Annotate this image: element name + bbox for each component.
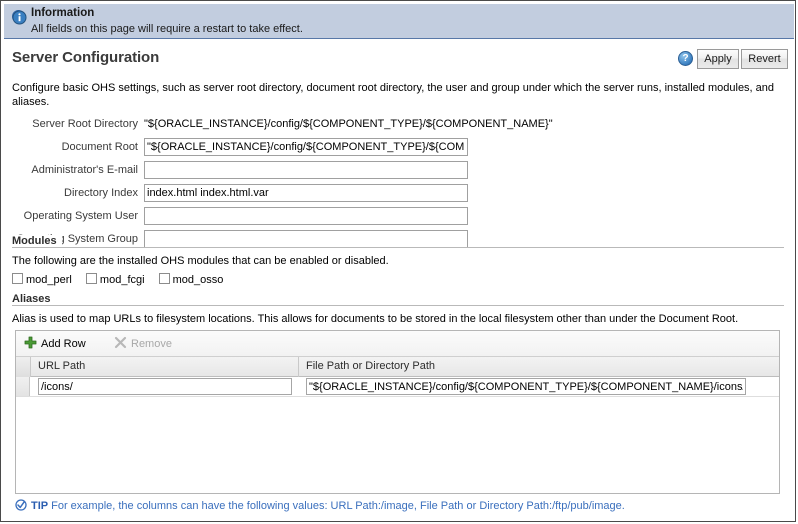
- modules-heading: Modules: [12, 235, 784, 250]
- operating-system-user-input[interactable]: [144, 207, 468, 225]
- information-message: All fields on this page will require a r…: [31, 23, 303, 35]
- checkbox-mod-fcgi[interactable]: [85, 273, 97, 284]
- aliases-table-toolbar: Add Row Remove: [16, 331, 779, 357]
- column-divider: [298, 357, 299, 377]
- checkbox-item-mod-fcgi[interactable]: mod_fcgi: [85, 273, 145, 286]
- plus-icon: [24, 336, 37, 349]
- help-question-icon[interactable]: ?: [678, 51, 693, 66]
- label-administrator-email: Administrator's E-mail: [31, 164, 138, 176]
- page-header: Server Configuration ? Apply Revert: [1, 47, 797, 75]
- page-title: Server Configuration: [12, 49, 160, 66]
- information-title: Information: [31, 7, 95, 19]
- aliases-heading: Aliases: [12, 293, 784, 308]
- add-row-label: Add Row: [41, 338, 86, 350]
- modules-checkbox-group: mod_perl mod_fcgi mod_osso: [12, 273, 784, 286]
- label-document-root: Document Root: [61, 141, 138, 153]
- checkbox-item-mod-osso[interactable]: mod_osso: [158, 273, 224, 286]
- row-select-header: [16, 357, 31, 377]
- label-directory-index: Directory Index: [64, 187, 138, 199]
- field-row-directory-index: Directory Index: [1, 184, 797, 202]
- checkbox-mod-perl[interactable]: [12, 273, 23, 284]
- modules-section: Modules The following are the installed …: [12, 235, 784, 286]
- label-server-root-directory: Server Root Directory: [32, 118, 138, 130]
- apply-button[interactable]: Apply: [697, 49, 739, 69]
- row-selector[interactable]: [16, 377, 30, 396]
- tip-check-icon: [15, 499, 27, 511]
- information-banner: Information All fields on this page will…: [4, 4, 794, 39]
- remove-button: Remove: [114, 335, 172, 353]
- modules-heading-label: Modules: [12, 235, 62, 247]
- server-configuration-page: Information All fields on this page will…: [0, 0, 796, 522]
- checkbox-label-mod-fcgi: mod_fcgi: [99, 274, 145, 286]
- aliases-rule: [12, 305, 784, 306]
- value-server-root-directory: "${ORACLE_INSTANCE}/config/${COMPONENT_T…: [144, 118, 553, 130]
- modules-description: The following are the installed OHS modu…: [12, 255, 389, 267]
- info-circle-icon: [12, 10, 27, 25]
- aliases-description: Alias is used to map URLs to filesystem …: [12, 313, 739, 325]
- table-row[interactable]: [16, 377, 779, 397]
- tip-bar: TIP For example, the columns can have the…: [15, 499, 625, 512]
- add-row-button[interactable]: Add Row: [24, 335, 86, 353]
- field-row-administrator-email: Administrator's E-mail: [1, 161, 797, 179]
- aliases-section: Aliases Alias is used to map URLs to fil…: [12, 293, 784, 325]
- table-empty-area: [16, 397, 779, 493]
- field-row-operating-system-user: Operating System User: [1, 207, 797, 225]
- checkbox-label-mod-perl: mod_perl: [26, 274, 72, 286]
- modules-rule: [12, 247, 784, 248]
- label-operating-system-user: Operating System User: [23, 210, 138, 222]
- aliases-table-header: URL Path File Path or Directory Path: [16, 357, 779, 377]
- x-remove-icon: [114, 336, 127, 349]
- column-header-file-path[interactable]: File Path or Directory Path: [306, 357, 435, 377]
- column-header-url-path[interactable]: URL Path: [38, 357, 85, 377]
- row-url-path-input[interactable]: [38, 378, 292, 395]
- checkbox-label-mod-osso: mod_osso: [172, 274, 224, 286]
- revert-button[interactable]: Revert: [741, 49, 788, 69]
- document-root-input[interactable]: [144, 138, 468, 156]
- field-row-document-root: Document Root: [1, 138, 797, 156]
- aliases-table: Add Row Remove URL Path File Path or Dir…: [15, 330, 780, 494]
- row-file-path-input[interactable]: [306, 378, 746, 395]
- directory-index-input[interactable]: [144, 184, 468, 202]
- remove-label: Remove: [131, 338, 172, 350]
- tip-label: TIP: [31, 500, 49, 512]
- checkbox-mod-osso[interactable]: [158, 273, 170, 284]
- page-description: Configure basic OHS settings, such as se…: [12, 82, 775, 108]
- administrator-email-input[interactable]: [144, 161, 468, 179]
- field-row-server-root-directory: Server Root Directory "${ORACLE_INSTANCE…: [1, 115, 797, 133]
- checkbox-item-mod-perl[interactable]: mod_perl: [12, 273, 72, 286]
- server-settings-form: Server Root Directory "${ORACLE_INSTANCE…: [1, 115, 797, 253]
- aliases-heading-label: Aliases: [12, 293, 56, 305]
- tip-text: For example, the columns can have the fo…: [51, 500, 625, 512]
